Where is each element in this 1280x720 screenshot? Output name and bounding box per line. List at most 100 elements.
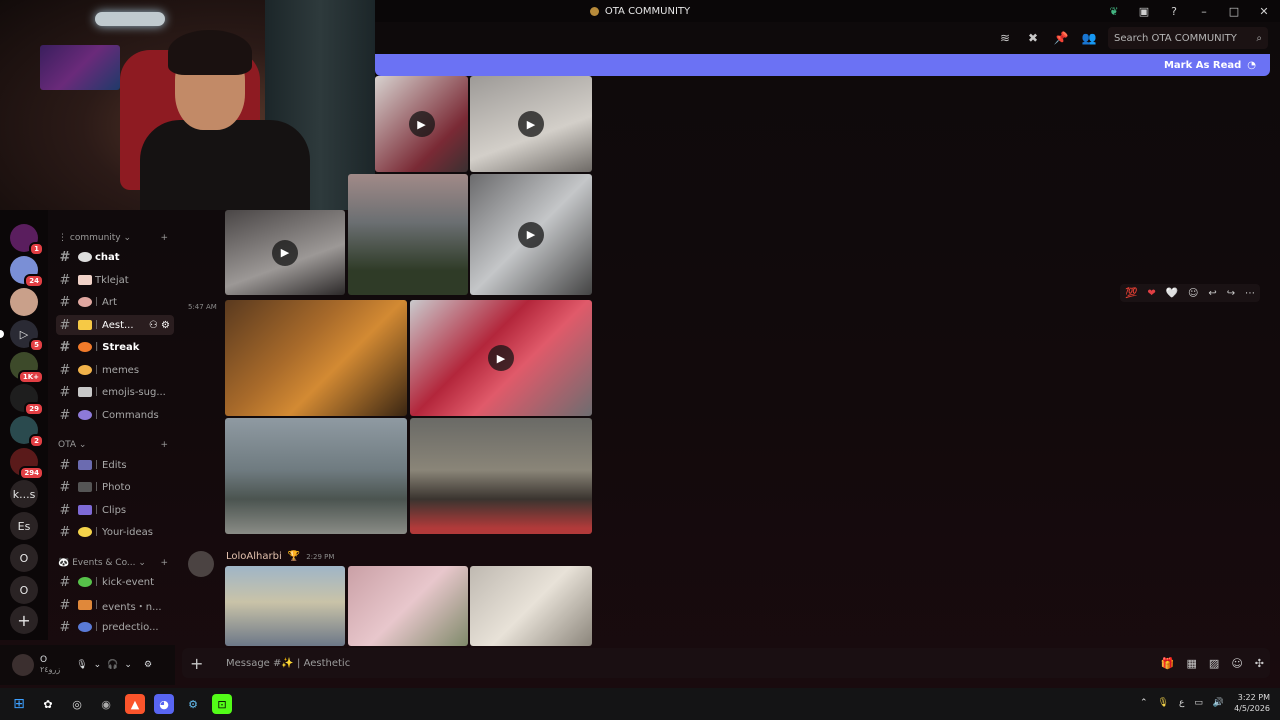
channel-aesthetic[interactable]: # | Aest... ⚇ ⚙	[56, 315, 174, 335]
category-ota[interactable]: OTA ⌄ +	[58, 440, 168, 450]
gif-icon[interactable]: ▦	[1187, 657, 1197, 670]
brave-browser-icon[interactable]: ▲	[125, 694, 145, 714]
gift-icon[interactable]: 🎁	[1161, 657, 1175, 670]
pin-icon[interactable]: 📌	[1052, 29, 1070, 47]
add-channel-icon[interactable]: +	[160, 558, 168, 568]
channel-edits[interactable]: # | Edits	[56, 455, 174, 475]
chrome-app-icon[interactable]: ◎	[67, 694, 87, 714]
help-icon[interactable]: ?	[1166, 3, 1182, 19]
channel-streak[interactable]: # | Streak	[56, 337, 174, 357]
language-indicator[interactable]: ع	[1179, 698, 1184, 708]
media-thumbnail[interactable]	[225, 418, 407, 534]
media-thumbnail[interactable]: ▶	[470, 174, 592, 295]
author-name[interactable]: LoloAlharbi	[226, 551, 282, 562]
mark-as-read-button[interactable]: Mark As Read	[1164, 60, 1241, 71]
add-server-icon[interactable]: +	[10, 606, 38, 634]
media-thumbnail[interactable]	[410, 418, 592, 534]
server-o2[interactable]: O	[10, 576, 38, 604]
media-thumbnail[interactable]	[348, 566, 468, 646]
window-controls: ❦ ▣ ? – □ ✕	[1106, 3, 1272, 19]
server-3[interactable]	[10, 288, 38, 316]
mute-bell-icon[interactable]: ✖	[1024, 29, 1042, 47]
new-messages-bar[interactable]: Mark As Read ◔	[375, 54, 1270, 76]
media-thumbnail[interactable]: ▶	[225, 210, 345, 295]
add-member-icon[interactable]: ⚇ ⚙	[149, 320, 170, 331]
add-attachment-icon[interactable]: +	[190, 654, 210, 673]
server-6[interactable]: 29	[10, 384, 44, 416]
server-2[interactable]: 24	[10, 256, 44, 288]
media-thumbnail[interactable]	[470, 566, 592, 646]
server-es[interactable]: Es	[10, 512, 38, 540]
close-icon[interactable]: ✕	[1256, 3, 1272, 19]
microphone-tray-icon[interactable]: 🎙	[1158, 698, 1169, 708]
kick-app-icon[interactable]: ⊡	[212, 694, 232, 714]
channel-tklejat[interactable]: # Tklejat	[56, 270, 174, 290]
channel-chat[interactable]: # chat	[56, 247, 174, 267]
reaction-100[interactable]: 💯	[1125, 288, 1137, 299]
forward-icon[interactable]: ↪	[1227, 288, 1235, 299]
media-thumbnail[interactable]: ▶	[410, 300, 592, 416]
server-8[interactable]: 294	[10, 448, 44, 480]
reaction-white-heart[interactable]: 🤍	[1166, 288, 1178, 299]
apps-icon[interactable]: ✣	[1255, 657, 1264, 670]
channel-events-news[interactable]: # | events・n...	[56, 595, 174, 615]
server-ks[interactable]: k...s	[10, 480, 38, 508]
mic-icon[interactable]: 🎙	[76, 660, 87, 670]
add-channel-icon[interactable]: +	[160, 233, 168, 243]
server-badge: 294	[19, 466, 44, 480]
threads-icon[interactable]: ≋	[996, 29, 1014, 47]
gear-icon[interactable]: ⚙	[144, 660, 152, 670]
channel-kick-event[interactable]: # | kick-event	[56, 572, 174, 592]
sticker-icon[interactable]: ▨	[1209, 657, 1219, 670]
channel-your-ideas[interactable]: # | Your-ideas	[56, 522, 174, 542]
chevron-up-icon[interactable]: ⌃	[1140, 698, 1148, 708]
gear-app-icon[interactable]: ✿	[38, 694, 58, 714]
message-composer[interactable]: + Message #✨ | Aesthetic 🎁 ▦ ▨ ☺ ✣	[182, 648, 1270, 678]
add-reaction-icon[interactable]: ☺	[1188, 288, 1198, 299]
server-1[interactable]: 1	[10, 224, 44, 256]
inbox-icon[interactable]: ▣	[1136, 3, 1152, 19]
more-icon[interactable]: ⋯	[1245, 288, 1255, 299]
channel-commands[interactable]: # | Commands	[56, 405, 174, 425]
network-icon[interactable]: ▭	[1194, 698, 1203, 708]
audio-options-chevron-icon[interactable]: ⌄	[124, 660, 132, 670]
avatar[interactable]	[188, 551, 214, 577]
server-o1[interactable]: O	[10, 544, 38, 572]
media-thumbnail[interactable]: ▶	[470, 76, 592, 172]
media-thumbnail[interactable]: ▶	[375, 76, 468, 172]
media-thumbnail[interactable]	[225, 300, 407, 416]
channel-predictions[interactable]: # | predectio...	[56, 617, 174, 637]
channel-photo[interactable]: # | Photo	[56, 477, 174, 497]
channel-clips[interactable]: # | Clips	[56, 500, 174, 520]
obs-app-icon[interactable]: ◉	[96, 694, 116, 714]
search-input[interactable]: Search OTA COMMUNITY ⌕	[1108, 27, 1268, 49]
channel-art[interactable]: # | Art	[56, 292, 174, 312]
mic-options-chevron-icon[interactable]: ⌄	[94, 660, 102, 670]
maximize-icon[interactable]: □	[1226, 3, 1242, 19]
channel-memes[interactable]: # | memes	[56, 360, 174, 380]
leaf-icon[interactable]: ❦	[1106, 3, 1122, 19]
steam-app-icon[interactable]: ⚙	[183, 694, 203, 714]
category-community[interactable]: ⋮ community ⌄ +	[58, 233, 168, 243]
reaction-red-heart[interactable]: ❤	[1147, 288, 1155, 299]
server-7[interactable]: 2	[10, 416, 44, 448]
windows-start-icon[interactable]: ⊞	[9, 694, 29, 714]
user-info[interactable]: O زرو٢٤	[40, 655, 60, 675]
channel-emojis-suggestions[interactable]: # | emojis-sug...	[56, 382, 174, 402]
members-icon[interactable]: 👥	[1080, 29, 1098, 47]
volume-icon[interactable]: 🔊	[1213, 698, 1224, 708]
media-thumbnail[interactable]	[348, 174, 468, 295]
server-4[interactable]: ▷ 5	[0, 320, 44, 352]
add-channel-icon[interactable]: +	[160, 440, 168, 450]
discord-app-icon[interactable]: ◕	[154, 694, 174, 714]
headphones-icon[interactable]: 🎧	[107, 660, 118, 670]
reply-icon[interactable]: ↩	[1208, 288, 1216, 299]
category-events[interactable]: 🐼 Events & Co... ⌄ +	[58, 558, 168, 568]
minimize-icon[interactable]: –	[1196, 3, 1212, 19]
server-5[interactable]: 1K+	[10, 352, 44, 384]
clock[interactable]: 3:22 PM 4/5/2026	[1234, 692, 1270, 714]
server-label: O	[19, 551, 29, 565]
emoji-icon[interactable]: ☺	[1231, 657, 1242, 670]
avatar[interactable]	[12, 654, 34, 676]
media-thumbnail[interactable]	[225, 566, 345, 646]
